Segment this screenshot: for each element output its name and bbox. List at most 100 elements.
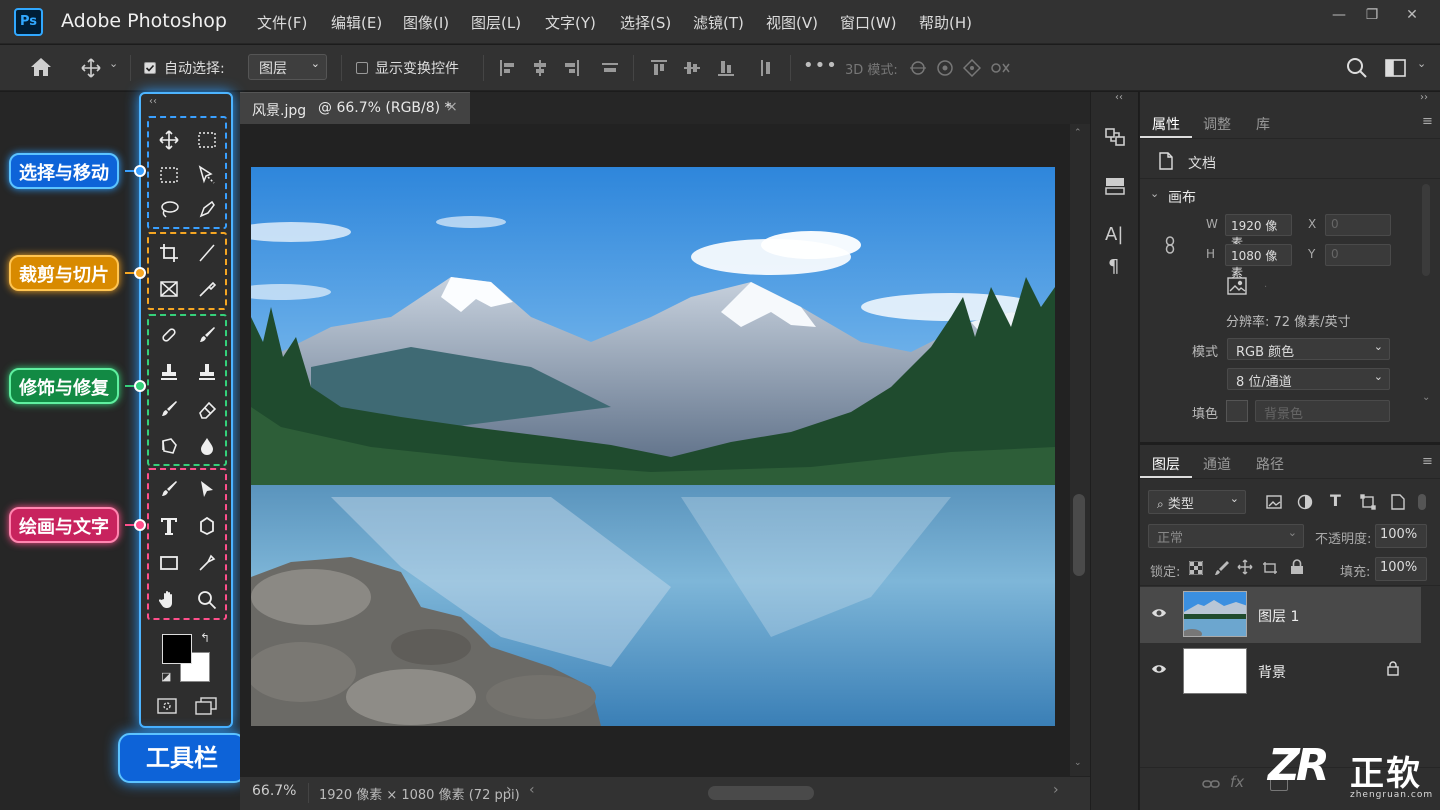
swap-colors-icon[interactable]: ↰ — [200, 631, 210, 645]
lock-pixels-icon[interactable] — [1214, 560, 1230, 576]
zoom-level[interactable]: 66.7% — [252, 783, 296, 799]
fill-dropdown[interactable]: 背景色 — [1255, 400, 1390, 422]
layer-name[interactable]: 图层 1 — [1258, 606, 1299, 626]
marquee-tool-icon[interactable] — [155, 161, 183, 189]
menu-help[interactable]: 帮助(H) — [919, 12, 972, 33]
close-tab-icon[interactable]: × — [446, 99, 458, 115]
eyedropper-tool-icon[interactable] — [193, 275, 221, 303]
vertical-scrollbar[interactable]: ⌃ ⌄ — [1070, 124, 1090, 776]
healing-brush-tool-icon[interactable] — [155, 321, 183, 349]
filter-smart-object-icon[interactable] — [1390, 494, 1406, 510]
menu-type[interactable]: 文字(Y) — [545, 12, 596, 33]
frame-tool-icon[interactable] — [155, 275, 183, 303]
fill-color-swatch[interactable] — [1226, 400, 1248, 422]
workspace-icon[interactable] — [1385, 58, 1407, 78]
tab-paths[interactable]: 路径 — [1256, 454, 1284, 474]
tab-channels[interactable]: 通道 — [1203, 454, 1231, 474]
tab-layers[interactable]: 图层 — [1152, 454, 1180, 474]
filter-shape-icon[interactable] — [1360, 494, 1376, 510]
menu-edit[interactable]: 编辑(E) — [331, 12, 382, 33]
scroll-right-icon[interactable]: › — [1053, 782, 1059, 798]
link-icon[interactable] — [1164, 236, 1176, 254]
opacity-input[interactable]: 100% — [1375, 524, 1427, 548]
properties-scrollbar[interactable] — [1422, 184, 1430, 276]
y-input[interactable]: 0 — [1325, 244, 1391, 266]
canvas-section-title[interactable]: 画布 — [1168, 187, 1196, 207]
tab-properties[interactable]: 属性 — [1152, 114, 1180, 134]
align-left-icon[interactable] — [499, 59, 517, 77]
menu-window[interactable]: 窗口(W) — [840, 12, 897, 33]
mode-dropdown[interactable]: RGB 颜色 ⌄ — [1227, 338, 1390, 360]
chevron-down-icon[interactable]: ⌄ — [1150, 187, 1159, 200]
character-panel-icon[interactable]: A| — [1105, 224, 1123, 245]
history-panel-icon[interactable] — [1104, 126, 1126, 148]
lock-artboard-icon[interactable] — [1262, 560, 1278, 576]
artboard-tool-icon[interactable] — [193, 126, 221, 154]
lasso-tool-icon[interactable] — [155, 195, 183, 223]
panel-menu-icon[interactable]: ≡ — [1422, 454, 1433, 469]
auto-select-checkbox[interactable] — [144, 62, 156, 74]
collapse-panels-icon[interactable]: ‹‹ — [1115, 92, 1123, 103]
quick-selection-tool-icon[interactable] — [193, 195, 221, 223]
image-icon[interactable] — [1227, 277, 1247, 295]
vertical-scroll-thumb[interactable] — [1073, 494, 1085, 576]
layer-filter-dropdown[interactable]: ⌕ 类型 ⌄ — [1148, 490, 1246, 514]
type-tool-icon[interactable] — [155, 512, 183, 540]
fill-input[interactable]: 100% — [1375, 557, 1427, 581]
distribute-icon[interactable] — [601, 59, 619, 77]
eraser-tool-icon[interactable] — [193, 395, 221, 423]
lock-position-icon[interactable] — [1237, 559, 1253, 575]
zoom-tool-icon[interactable] — [193, 586, 221, 614]
align-right-icon[interactable] — [562, 59, 580, 77]
foreground-color-swatch[interactable] — [162, 634, 192, 664]
filter-toggle[interactable] — [1418, 494, 1426, 510]
scroll-down-icon[interactable]: ⌄ — [1074, 758, 1082, 768]
document-info[interactable]: 1920 像素 × 1080 像素 (72 ppi) — [319, 784, 520, 803]
history-brush-tool-icon[interactable] — [155, 395, 183, 423]
pen-tool-icon[interactable] — [193, 549, 221, 577]
slice-tool-icon[interactable] — [193, 239, 221, 267]
move-tool-icon[interactable] — [80, 57, 102, 79]
object-select-tool-icon[interactable] — [193, 161, 221, 189]
menu-filter[interactable]: 滤镜(T) — [693, 12, 744, 33]
collapse-toolbar-icon[interactable]: ‹‹ — [149, 96, 157, 107]
3d-roll-icon[interactable] — [936, 59, 954, 77]
paint-brush-tool-icon[interactable] — [155, 475, 183, 503]
pattern-stamp-tool-icon[interactable] — [193, 358, 221, 386]
rectangle-tool-icon[interactable] — [155, 549, 183, 577]
crop-tool-icon[interactable] — [155, 239, 183, 267]
x-input[interactable]: 0 — [1325, 214, 1391, 236]
paragraph-panel-icon[interactable]: ¶ — [1108, 256, 1119, 277]
home-icon[interactable] — [30, 57, 52, 77]
filter-pixel-icon[interactable] — [1266, 494, 1282, 510]
horizontal-scroll-thumb[interactable] — [708, 786, 814, 800]
layer-row[interactable]: 图层 1 — [1140, 587, 1421, 643]
hand-tool-icon[interactable] — [155, 586, 183, 614]
menu-image[interactable]: 图像(I) — [403, 12, 449, 33]
path-selection-tool-icon[interactable] — [193, 475, 221, 503]
lock-transparent-icon[interactable] — [1189, 561, 1203, 575]
blend-mode-dropdown[interactable]: 正常 ⌄ — [1148, 524, 1304, 548]
blur-tool-icon[interactable] — [193, 432, 221, 460]
auto-select-dropdown[interactable]: 图层 ⌄ — [248, 54, 327, 80]
width-input[interactable]: 1920 像素 — [1225, 214, 1292, 250]
height-input[interactable]: 1080 像素 — [1225, 244, 1292, 280]
layer-name[interactable]: 背景 — [1258, 662, 1286, 682]
3d-orbit-icon[interactable] — [908, 59, 928, 77]
document-tab[interactable]: 风景.jpg @ 66.7% (RGB/8) * × — [240, 92, 470, 124]
filter-type-icon[interactable]: T — [1330, 491, 1341, 510]
menu-layer[interactable]: 图层(L) — [471, 12, 521, 33]
distribute-vertical-icon[interactable] — [757, 59, 775, 77]
3d-pan-icon[interactable] — [963, 59, 981, 77]
eye-icon[interactable] — [1151, 663, 1167, 675]
more-options-icon[interactable]: ••• — [803, 55, 838, 76]
clone-stamp-tool-icon[interactable] — [155, 358, 183, 386]
menu-view[interactable]: 视图(V) — [766, 12, 818, 33]
lock-all-icon[interactable] — [1290, 559, 1304, 575]
scroll-down-icon[interactable]: ⌄ — [1422, 392, 1430, 403]
scroll-up-icon[interactable]: ⌃ — [1074, 128, 1082, 138]
scroll-left-icon[interactable]: ‹ — [529, 782, 535, 798]
move-tool-icon[interactable] — [155, 126, 183, 154]
bit-depth-dropdown[interactable]: 8 位/通道 ⌄ — [1227, 368, 1390, 390]
rotate-icon[interactable]: · — [1264, 282, 1267, 293]
